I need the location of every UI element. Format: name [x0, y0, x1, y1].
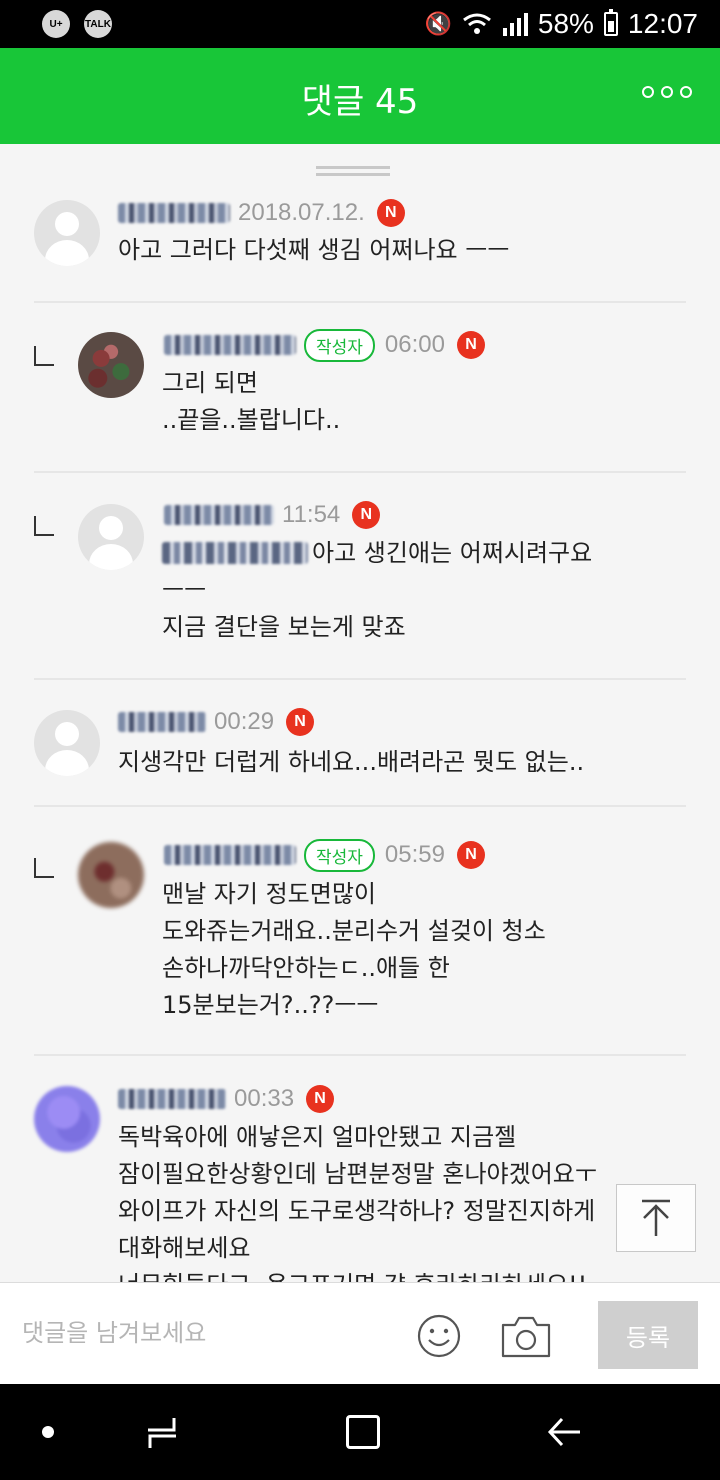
new-badge: N: [352, 501, 381, 529]
home-button-icon[interactable]: [346, 1415, 380, 1449]
divider: [34, 1054, 686, 1056]
divider: [34, 471, 686, 473]
scroll-to-top-button[interactable]: [616, 1184, 696, 1252]
clock: 12:07: [627, 8, 698, 39]
author-name-blurred: [118, 1089, 226, 1109]
submit-button[interactable]: 등록: [598, 1301, 698, 1369]
avatar[interactable]: [34, 200, 100, 266]
author-badge: 작성자: [304, 838, 375, 872]
new-badge: N: [376, 199, 405, 227]
author-badge: 작성자: [304, 328, 375, 362]
comment-list[interactable]: 2018.07.12. N 아고 그러다 다섯째 생김 어쩌나요 ㅡㅡ 작성자 …: [0, 144, 720, 1282]
comment-text: 맨날 자기 정도면많이 도와쥬는거래요..분리수거 설겆이 청소 손하나까닥안하…: [162, 880, 546, 1019]
reply-indicator-icon: [34, 858, 54, 878]
signal-icon: [502, 13, 528, 36]
home-dot-icon[interactable]: [42, 1426, 54, 1438]
header: 댓글 45: [0, 48, 720, 144]
comment-text: 아고 그러다 다섯째 생김 어쩌나요 ㅡㅡ: [118, 236, 510, 264]
author-name-blurred: [118, 203, 230, 223]
avatar[interactable]: [34, 1086, 100, 1152]
comment-date: 2018.07.12.: [238, 199, 365, 226]
avatar[interactable]: [78, 842, 144, 908]
mentioned-user-blurred: [162, 542, 308, 564]
divider: [34, 678, 686, 680]
comment-date: 00:29: [214, 708, 275, 735]
avatar[interactable]: [34, 710, 100, 776]
comment-date: 05:59: [384, 841, 445, 868]
drag-handle[interactable]: [316, 166, 390, 176]
new-badge: N: [306, 1085, 335, 1113]
comment-input-bar: 등록: [0, 1282, 720, 1384]
comment-text: 아고 생긴애는 어쩌시려구요 ㅡㅡ 지금 결단을 보는게 맞죠: [162, 539, 593, 641]
reply-indicator-icon: [34, 346, 54, 366]
status-bar: U+ TALK 🔇 58% 12:07: [0, 0, 720, 48]
comment-date: 00:33: [234, 1085, 295, 1112]
mute-icon: 🔇: [424, 11, 452, 36]
new-badge: N: [286, 708, 315, 736]
avatar[interactable]: [78, 504, 144, 570]
comment-text: 독박육아에 애낳은지 얼마안됐고 지금젤 잠이필요한상황인데 남편분정말 혼나야…: [118, 1123, 597, 1282]
back-icon[interactable]: [546, 1416, 582, 1448]
avatar[interactable]: [78, 332, 144, 398]
new-badge: N: [456, 331, 485, 359]
reply-indicator-icon: [34, 516, 54, 536]
page-title: 댓글 45: [301, 82, 419, 122]
battery-icon: [603, 9, 618, 36]
recent-apps-icon[interactable]: [144, 1414, 180, 1450]
author-name-blurred: [164, 505, 274, 525]
comment-date: 11:54: [282, 501, 341, 528]
more-options-icon[interactable]: [642, 86, 692, 98]
comment-date: 06:00: [384, 331, 445, 358]
divider: [34, 301, 686, 303]
camera-icon[interactable]: [500, 1313, 552, 1359]
author-name-blurred: [118, 712, 206, 732]
author-name-blurred: [164, 845, 296, 865]
new-badge: N: [456, 841, 485, 869]
navigation-bar: [0, 1384, 720, 1480]
lg-uplus-icon: U+: [42, 10, 70, 38]
kakaotalk-icon: TALK: [84, 10, 112, 38]
emoji-icon[interactable]: [416, 1313, 462, 1359]
comment-text: 지생각만 더럽게 하네요...배려라곤 뭣도 없는..: [118, 748, 585, 776]
battery-percent: 58%: [537, 8, 594, 39]
arrow-up-icon: [642, 1199, 670, 1236]
divider: [34, 805, 686, 807]
comment-text: 그리 되면 ..끝을..볼랍니다..: [162, 369, 341, 434]
wifi-icon: [462, 13, 491, 34]
author-name-blurred: [164, 335, 296, 355]
comment-input[interactable]: [22, 1313, 382, 1353]
